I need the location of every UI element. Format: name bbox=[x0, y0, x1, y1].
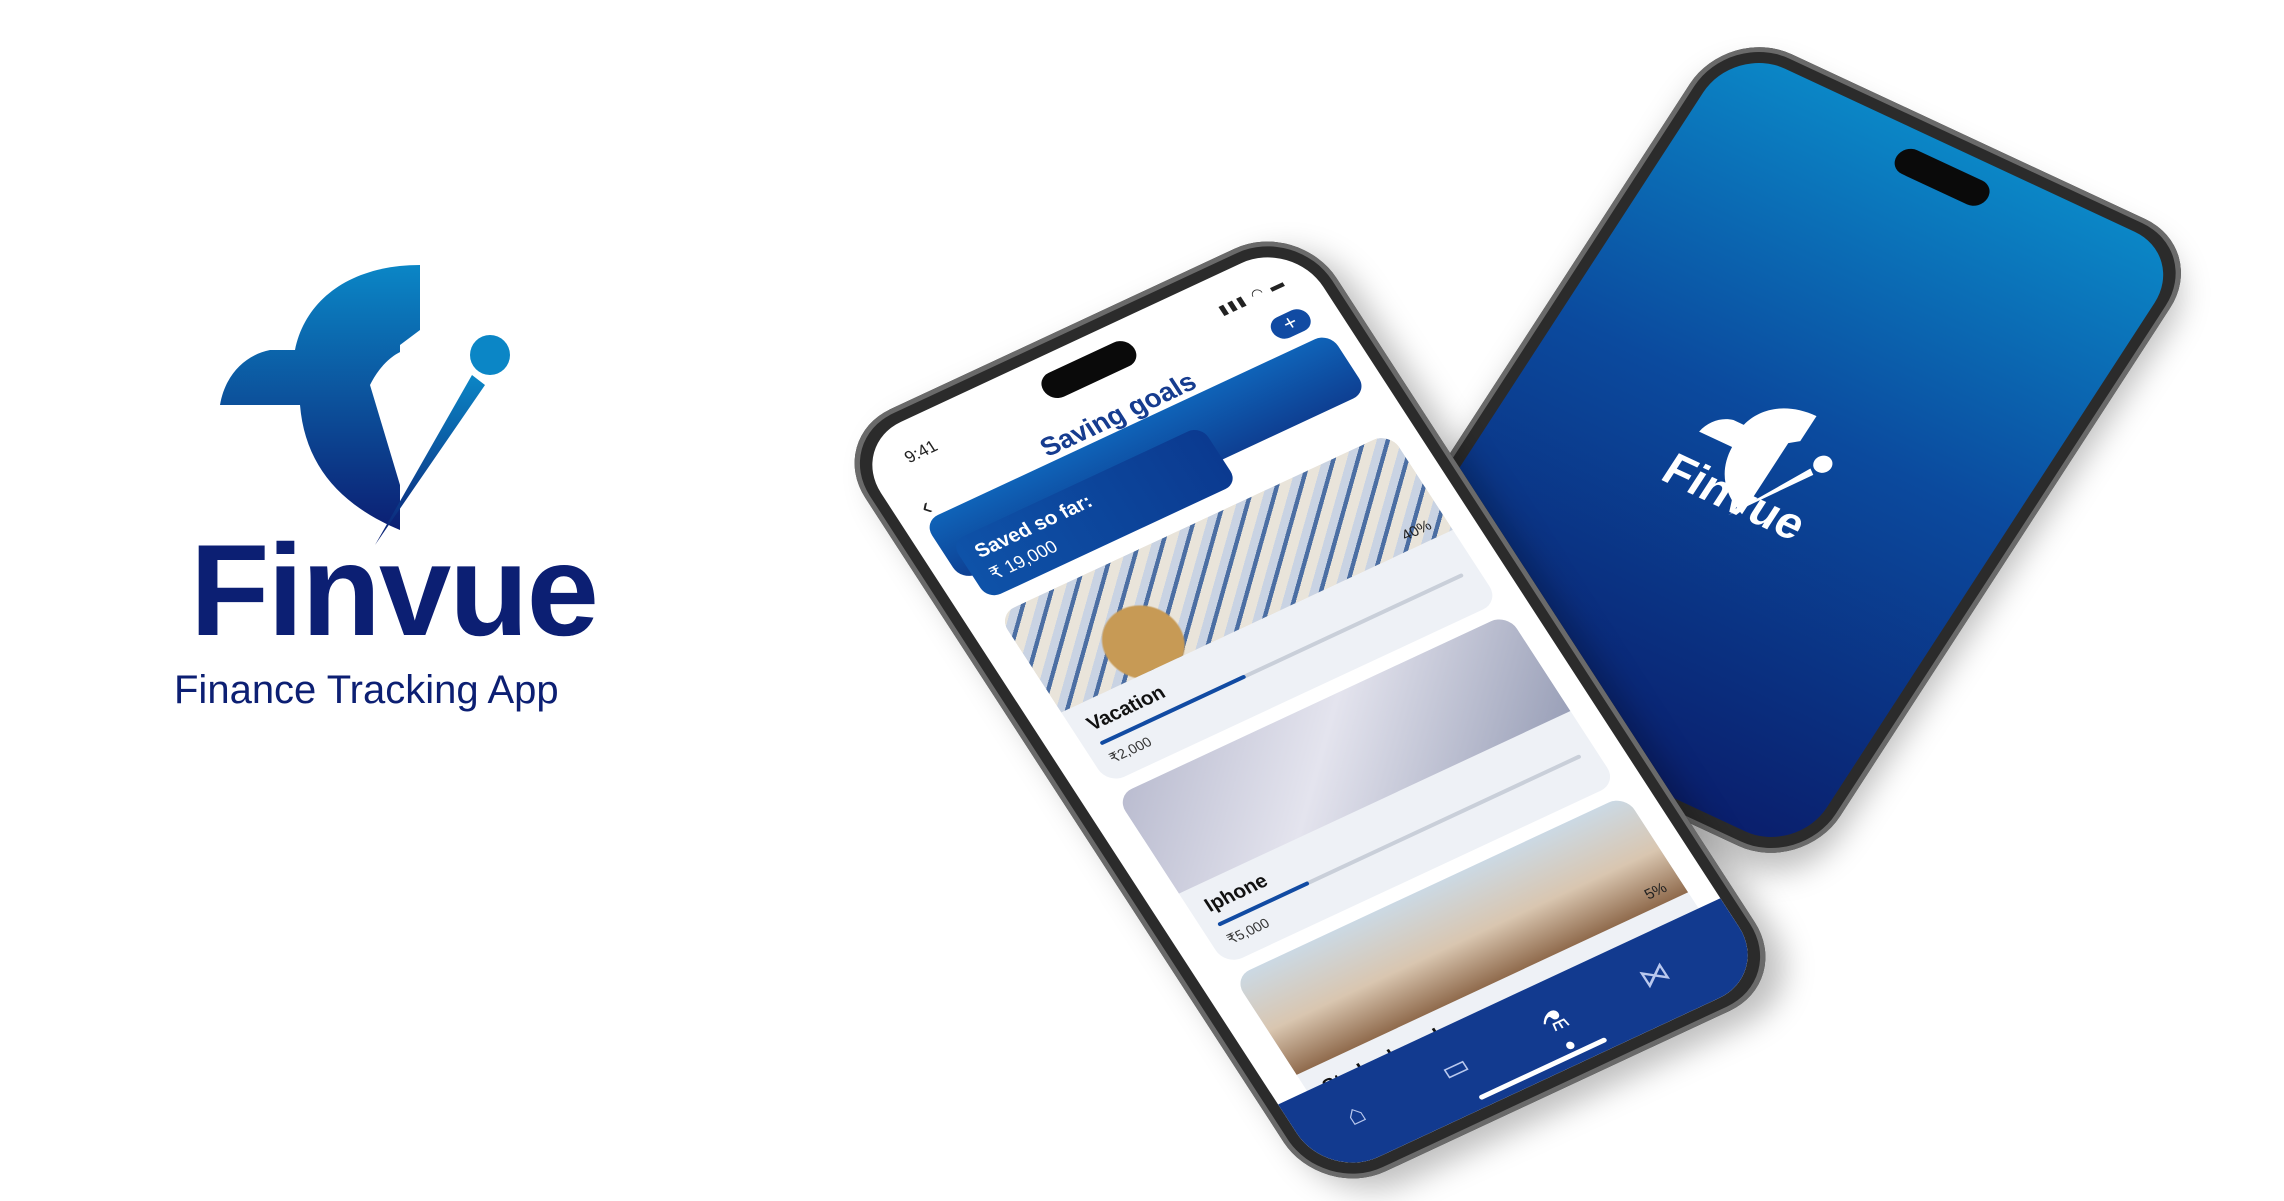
active-tab-dot bbox=[1564, 1040, 1577, 1051]
brand-tagline: Finance Tracking App bbox=[174, 668, 559, 712]
brand-block: Finvue Finance Tracking App bbox=[170, 255, 610, 735]
wifi-icon: ◠ bbox=[1246, 283, 1269, 303]
status-time: 9:41 bbox=[900, 436, 942, 467]
battery-icon: ▬ bbox=[1265, 274, 1289, 295]
home-indicator bbox=[1478, 1036, 1608, 1101]
wallet-icon[interactable]: ▭ bbox=[1426, 1043, 1484, 1094]
signal-icon: ▮▮▮ bbox=[1215, 291, 1251, 318]
dynamic-island bbox=[1889, 144, 1996, 211]
brand-name: Finvue bbox=[190, 517, 599, 663]
home-icon[interactable]: ⌂ bbox=[1326, 1089, 1384, 1140]
network-icon[interactable]: ⋈ bbox=[1625, 950, 1683, 1001]
savings-icon[interactable]: ⚗ bbox=[1526, 996, 1584, 1047]
